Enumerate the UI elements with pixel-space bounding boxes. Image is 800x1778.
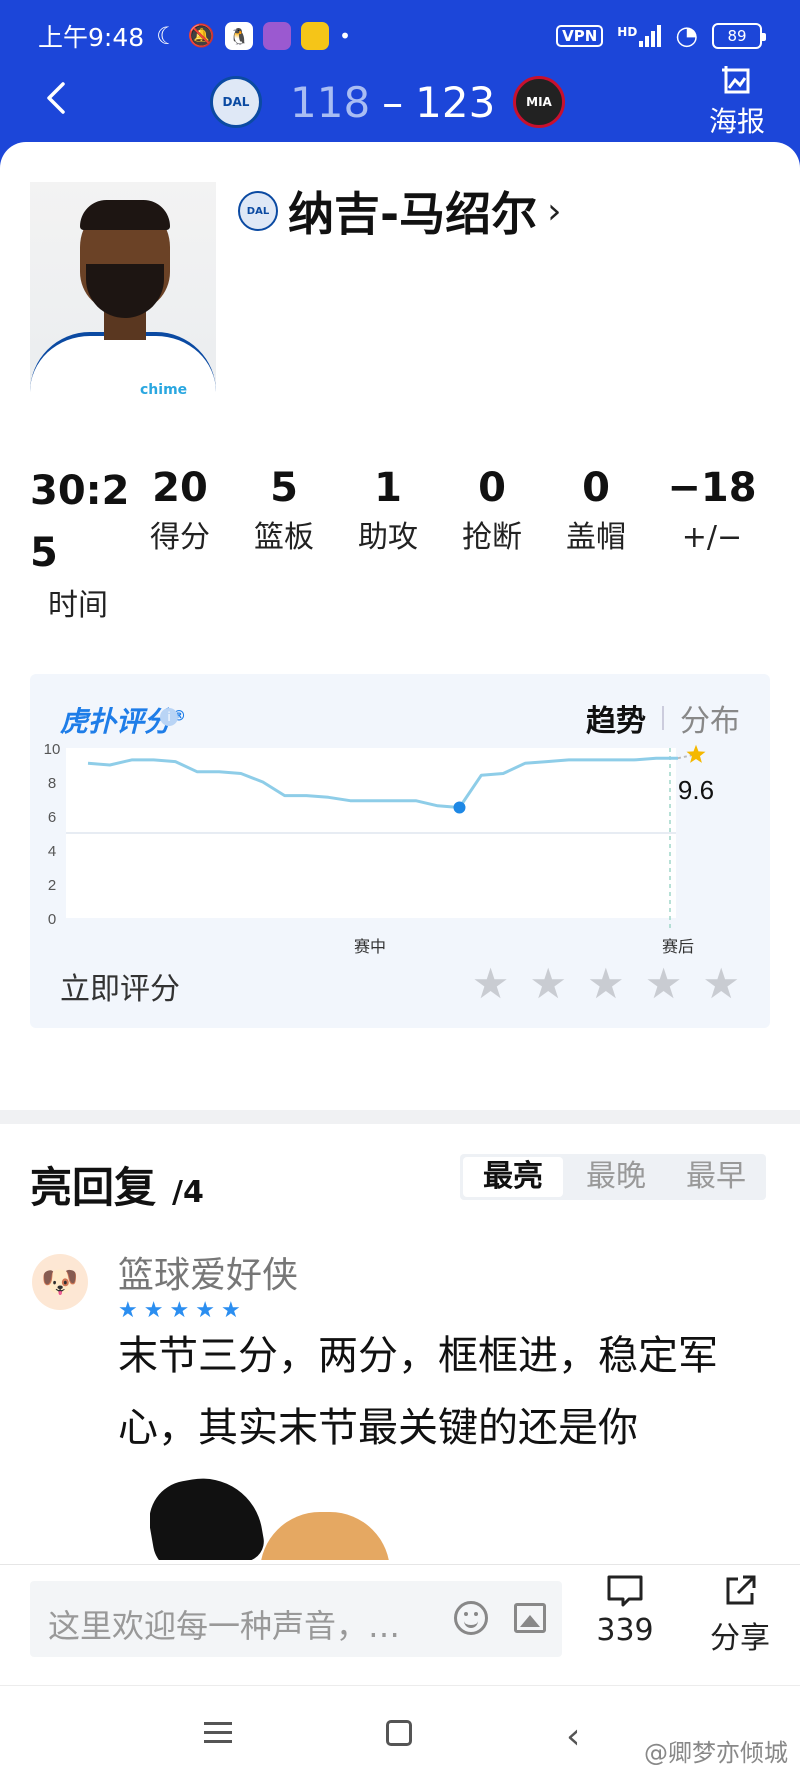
y-tick-label: 4 bbox=[48, 843, 56, 860]
moon-icon: ☾ bbox=[156, 22, 178, 50]
sort-tabs: 最亮 最晚 最早 bbox=[460, 1154, 766, 1200]
wifi-icon: ◔ bbox=[675, 21, 698, 51]
reply-text: 末节三分，两分，框框进，稳定军心，其实末节最关键的还是你 bbox=[118, 1333, 718, 1451]
away-team-logo[interactable]: MIA bbox=[513, 76, 565, 128]
vpn-badge: VPN bbox=[556, 25, 604, 47]
y-tick-label: 8 bbox=[48, 775, 56, 792]
qq-icon: 🐧 bbox=[225, 22, 254, 50]
stat-blocks: 0 盖帽 bbox=[566, 465, 626, 555]
chevron-left-icon bbox=[47, 82, 65, 114]
home-icon[interactable] bbox=[386, 1720, 412, 1746]
status-time: 上午9:48 bbox=[38, 23, 145, 52]
team-logo-small: DAL bbox=[238, 191, 278, 231]
y-tick-label: 2 bbox=[48, 877, 56, 894]
rate-star-3[interactable]: ★ bbox=[587, 963, 625, 1005]
score-separator: – bbox=[382, 78, 404, 127]
y-tick-label: 6 bbox=[48, 809, 56, 826]
replies-title: 亮回复 bbox=[30, 1163, 157, 1212]
info-icon[interactable]: i bbox=[160, 708, 178, 726]
sort-tab-earliest[interactable]: 最早 bbox=[666, 1154, 766, 1200]
stat-steals: 0 抢断 bbox=[462, 465, 522, 555]
poster-button[interactable]: 海报 bbox=[702, 64, 772, 140]
bottom-bar: 这里欢迎每一种声音，… 339 分享 ‹ @卿梦亦倾城 bbox=[0, 1564, 800, 1778]
replies-count: /4 bbox=[172, 1175, 204, 1210]
home-score: 118 bbox=[290, 78, 371, 127]
comment-placeholder: 这里欢迎每一种声音，… bbox=[48, 1607, 401, 1645]
game-nav: DAL 118 – 123 MIA 海报 bbox=[0, 64, 800, 144]
final-star-icon bbox=[686, 744, 706, 763]
emoji-icon[interactable] bbox=[454, 1601, 488, 1635]
reply-username[interactable]: 篮球爱好侠 bbox=[118, 1246, 298, 1298]
y-tick-label: 0 bbox=[48, 911, 56, 928]
system-back-icon[interactable]: ‹ bbox=[566, 1716, 580, 1757]
jersey-sponsor: chime bbox=[140, 382, 188, 398]
signal-icon: HD bbox=[617, 25, 662, 47]
share-icon bbox=[726, 1575, 756, 1605]
avatar[interactable]: 🐶 bbox=[32, 1254, 88, 1310]
comment-input[interactable]: 这里欢迎每一种声音，… bbox=[30, 1581, 562, 1657]
x-tick-label: 赛中 bbox=[354, 937, 386, 956]
dot-icon: • bbox=[339, 24, 351, 48]
stat-rebounds: 5 篮板 bbox=[254, 465, 314, 555]
x-tick-label: 赛后 bbox=[662, 937, 694, 956]
stat-points: 20 得分 bbox=[150, 465, 210, 555]
sort-tab-best[interactable]: 最亮 bbox=[463, 1157, 563, 1197]
video-app-icon bbox=[301, 22, 330, 50]
scoreboard: 118 – 123 bbox=[290, 78, 495, 127]
rating-panel: 虎扑评分® i 趋势 分布 10 8 6 4 2 0 赛中 赛后 9.6 立即评分 ★ ★ ★ … bbox=[30, 674, 770, 1028]
status-bar: 上午9:48 ☾ 🔕 🐧 • VPN HD ◔ 89 bbox=[38, 14, 766, 58]
player-name: 纳吉-马绍尔 bbox=[288, 187, 538, 241]
stat-plus-minus: −18 +/− bbox=[667, 465, 757, 555]
comments-button[interactable]: 339 bbox=[590, 1573, 660, 1648]
replies-header: 亮回复 /4 bbox=[30, 1154, 204, 1215]
battery-icon: 89 bbox=[712, 23, 766, 49]
comment-count: 339 bbox=[596, 1613, 654, 1648]
player-photo[interactable]: chime bbox=[30, 182, 216, 430]
low-point-marker bbox=[453, 801, 466, 814]
reply-image[interactable] bbox=[150, 1478, 410, 1560]
chevron-right-icon: › bbox=[547, 190, 562, 232]
y-tick-label: 10 bbox=[44, 741, 61, 758]
menu-icon[interactable] bbox=[204, 1722, 232, 1744]
app-icon bbox=[263, 22, 292, 50]
away-score: 123 bbox=[415, 78, 496, 127]
stat-line: 30:25 时间 20 得分 5 篮板 1 助攻 0 抢断 0 盖帽 −18 +… bbox=[30, 460, 770, 630]
player-name-link[interactable]: DAL 纳吉-马绍尔 › bbox=[238, 178, 562, 244]
share-button[interactable]: 分享 bbox=[700, 1573, 780, 1657]
watermark: @卿梦亦倾城 bbox=[644, 1739, 788, 1767]
rate-star-5[interactable]: ★ bbox=[702, 963, 740, 1005]
rating-stars: ★ ★ ★ ★ ★ bbox=[472, 963, 740, 1005]
back-button[interactable] bbox=[36, 78, 76, 118]
rate-now-label: 立即评分 bbox=[60, 972, 180, 1007]
rate-star-2[interactable]: ★ bbox=[529, 963, 567, 1005]
rating-trend-chart: 10 8 6 4 2 0 赛中 赛后 9.6 bbox=[44, 741, 714, 956]
image-icon[interactable] bbox=[514, 1603, 546, 1633]
section-divider bbox=[0, 1110, 800, 1124]
mute-icon: 🔕 bbox=[187, 23, 216, 49]
comment-icon bbox=[607, 1575, 643, 1607]
final-score-label: 9.6 bbox=[678, 775, 714, 805]
poster-icon bbox=[722, 66, 750, 94]
poster-label: 海报 bbox=[708, 105, 765, 138]
rate-star-4[interactable]: ★ bbox=[645, 963, 683, 1005]
share-label: 分享 bbox=[710, 1621, 770, 1656]
sort-tab-latest[interactable]: 最晚 bbox=[566, 1154, 666, 1200]
rate-star-1[interactable]: ★ bbox=[472, 963, 510, 1005]
home-team-logo[interactable]: DAL bbox=[210, 76, 262, 128]
stat-assists: 1 助攻 bbox=[358, 465, 418, 555]
stat-minutes: 30:25 时间 bbox=[30, 468, 130, 623]
